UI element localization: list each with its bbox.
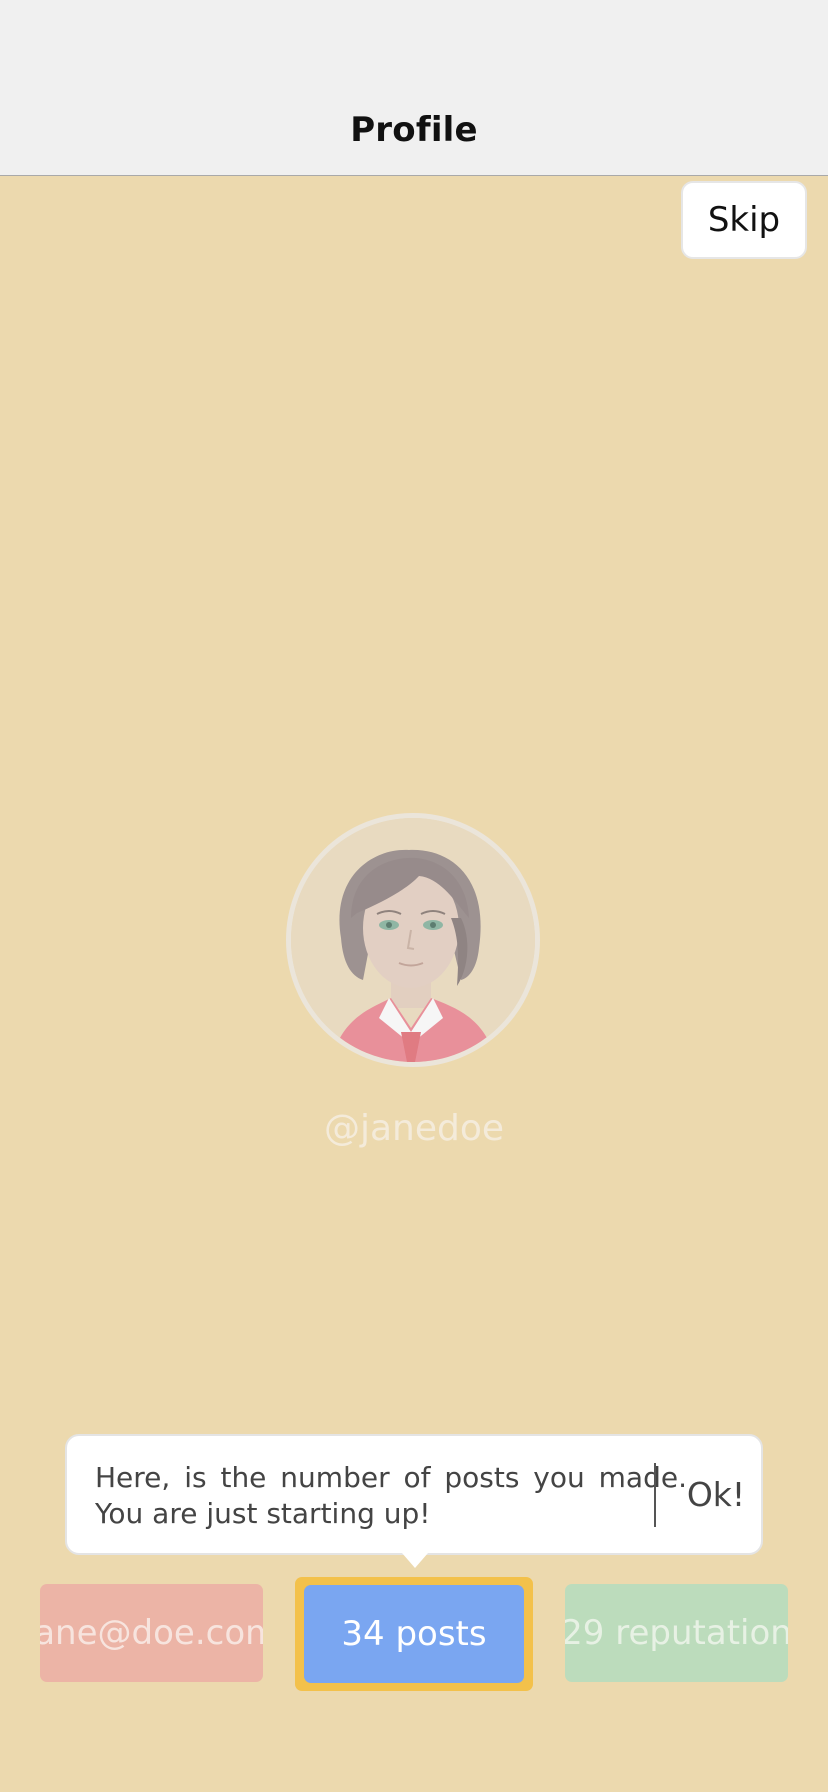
tooltip-message: Here, is the number of posts you made. Y… [95, 1461, 687, 1530]
tooltip-divider [654, 1463, 656, 1527]
tooltip-ok-button[interactable]: Ok! [671, 1436, 761, 1553]
skip-button[interactable]: Skip [681, 181, 807, 259]
tooltip-arrow [402, 1553, 428, 1568]
onboarding-tooltip: Here, is the number of posts you made. Y… [65, 1434, 763, 1555]
posts-tile[interactable]: 34 posts [304, 1585, 524, 1683]
page-title: Profile [350, 110, 478, 150]
reputation-tile[interactable]: 29 reputation [565, 1584, 788, 1682]
navigation-bar: Profile [0, 0, 828, 176]
username-label: @janedoe [323, 1108, 505, 1149]
avatar-woman-icon [291, 818, 535, 1062]
avatar[interactable] [286, 813, 540, 1067]
email-tile[interactable]: jane@doe.com [40, 1584, 263, 1682]
